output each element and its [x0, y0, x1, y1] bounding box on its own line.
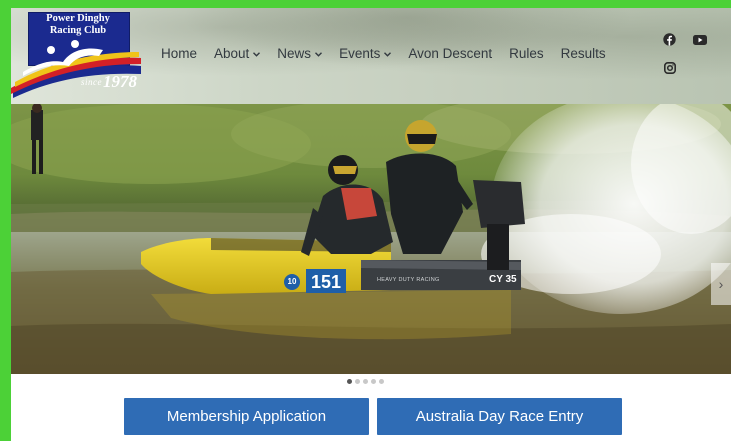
nav-label: Rules — [509, 46, 544, 61]
boat-rego: CY 35 — [489, 274, 517, 285]
membership-application-button[interactable]: Membership Application — [124, 398, 369, 435]
nav-label: Results — [560, 46, 606, 61]
australia-day-race-entry-button[interactable]: Australia Day Race Entry — [377, 398, 622, 435]
facebook-icon[interactable] — [663, 33, 676, 46]
carousel-dot-1[interactable] — [347, 379, 352, 384]
main-nav: Home About News Events Avon Descent Rule… — [161, 46, 623, 61]
chevron-down-icon — [253, 50, 261, 59]
carousel-dot-4[interactable] — [371, 379, 376, 384]
page: Power Dinghy Racing Club since 1978 Home… — [11, 8, 731, 441]
boat-side-text: HEAVY DUTY RACING — [377, 277, 440, 283]
site-header: Power Dinghy Racing Club since 1978 Home… — [11, 8, 731, 104]
boat-badge: 10 — [287, 277, 297, 286]
chevron-down-icon — [384, 50, 392, 59]
hero-carousel: 151 10 HEAVY DUTY RACING CY 35 › — [11, 104, 731, 374]
carousel-indicators — [347, 379, 384, 384]
nav-results[interactable]: Results — [561, 46, 606, 61]
nav-events[interactable]: Events — [339, 46, 392, 61]
boat-number: 151 — [310, 272, 342, 292]
hero-photo — [11, 104, 731, 374]
carousel-dot-2[interactable] — [355, 379, 360, 384]
carousel-next-button[interactable]: › — [711, 263, 731, 305]
nav-news[interactable]: News — [277, 46, 323, 61]
nav-label: Home — [161, 46, 198, 61]
nav-rules[interactable]: Rules — [509, 46, 544, 61]
logo-year: 1978 — [103, 72, 137, 91]
chevron-down-icon — [315, 50, 323, 59]
youtube-icon[interactable] — [693, 35, 707, 45]
nav-label: Events — [339, 46, 381, 61]
nav-home[interactable]: Home — [161, 46, 197, 61]
carousel-dot-3[interactable] — [363, 379, 368, 384]
club-logo[interactable]: Power Dinghy Racing Club since 1978 — [11, 10, 143, 98]
nav-label: Avon Descent — [408, 46, 493, 61]
carousel-dot-5[interactable] — [379, 379, 384, 384]
nav-label: News — [277, 46, 312, 61]
instagram-icon[interactable] — [664, 62, 676, 74]
chevron-right-icon: › — [718, 276, 724, 292]
nav-label: About — [214, 46, 250, 61]
nav-avon-descent[interactable]: Avon Descent — [408, 46, 492, 61]
nav-about[interactable]: About — [214, 46, 261, 61]
logo-since: since — [81, 77, 102, 87]
